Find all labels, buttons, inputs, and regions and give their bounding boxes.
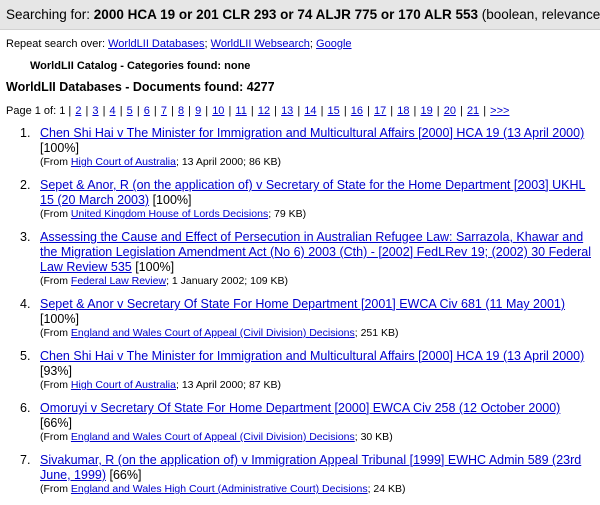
page-link-6[interactable]: 6 (144, 105, 150, 117)
result-title-link[interactable]: Sepet & Anor v Secretary Of State For Ho… (40, 297, 565, 311)
source-prefix: (From (40, 483, 71, 495)
page-link-19[interactable]: 19 (420, 105, 432, 117)
repeat-worldlii-websearch-link[interactable]: WorldLII Websearch (211, 38, 310, 50)
repeat-search-label: Repeat search over: (6, 38, 109, 50)
result-source-line: (From United Kingdom House of Lords Deci… (40, 208, 592, 221)
repeat-worldlii-databases-link[interactable]: WorldLII Databases (108, 38, 204, 50)
repeat-google-link[interactable]: Google (316, 38, 351, 50)
repeat-search: Repeat search over: WorldLII Databases; … (6, 38, 352, 50)
result-number: 5. (20, 349, 31, 363)
relevance-score: [100%] (40, 141, 79, 155)
databases-heading: WorldLII Databases - Documents found: 42… (6, 80, 275, 94)
result-source-link[interactable]: High Court of Australia (71, 379, 176, 391)
source-prefix: (From (40, 275, 71, 287)
page-link-5[interactable]: 5 (127, 105, 133, 117)
source-prefix: (From (40, 208, 71, 220)
page-link-14[interactable]: 14 (304, 105, 316, 117)
result-number: 1. (20, 126, 31, 140)
page-link-10[interactable]: 10 (212, 105, 224, 117)
search-prefix: Searching for: (6, 7, 94, 22)
result-meta: ; 13 April 2000; 87 KB) (175, 379, 282, 391)
result-source-line: (From England and Wales Court of Appeal … (40, 327, 592, 340)
result-item: 7. Sivakumar, R (on the application of) v… (0, 453, 600, 496)
page-link-8[interactable]: 8 (178, 105, 184, 117)
result-title-line: Sepet & Anor, R (on the application of) … (40, 178, 592, 208)
next-pages-link[interactable]: >>> (490, 105, 509, 117)
result-title-line: Sivakumar, R (on the application of) v I… (40, 453, 592, 483)
result-meta: ; 251 KB) (354, 327, 399, 339)
result-title-line: Sepet & Anor v Secretary Of State For Ho… (40, 297, 592, 327)
result-title-link[interactable]: Assessing the Cause and Effect of Persec… (40, 230, 591, 274)
result-source-line: (From High Court of Australia; 13 April … (40, 156, 592, 169)
page-link-16[interactable]: 16 (351, 105, 363, 117)
page-link-15[interactable]: 15 (328, 105, 340, 117)
result-meta: ; 1 January 2002; 109 KB) (166, 275, 289, 287)
result-source-link[interactable]: Federal Law Review (71, 275, 166, 287)
result-number: 3. (20, 230, 31, 244)
result-title-line: Omoruyi v Secretary Of State For Home De… (40, 401, 592, 431)
result-number: 7. (20, 453, 31, 467)
source-prefix: (From (40, 379, 71, 391)
result-source-link[interactable]: United Kingdom House of Lords Decisions (71, 208, 268, 220)
pager-label: Page 1 of: 1 (6, 105, 66, 117)
result-meta: ; 24 KB) (367, 483, 406, 495)
relevance-score: [100%] (149, 193, 192, 207)
result-item: 3. Assessing the Cause and Effect of Pers… (0, 230, 600, 288)
result-source-line: (From England and Wales High Court (Admi… (40, 483, 592, 496)
relevance-score: [66%] (40, 416, 72, 430)
page-link-9[interactable]: 9 (195, 105, 201, 117)
source-prefix: (From (40, 327, 71, 339)
result-title-line: Chen Shi Hai v The Minister for Immigrat… (40, 349, 592, 379)
relevance-score: [100%] (40, 312, 79, 326)
page-link-11[interactable]: 11 (235, 105, 246, 117)
result-title-line: Chen Shi Hai v The Minister for Immigrat… (40, 126, 592, 156)
pagination: Page 1 of: 1 | 2 | 3 | 4 | 5 | 6 | 7 | 8… (6, 105, 510, 117)
relevance-score: [100%] (131, 260, 175, 274)
result-source-line: (From High Court of Australia; 13 April … (40, 379, 592, 392)
result-meta: ; 79 KB) (268, 208, 307, 220)
result-source-line: (From Federal Law Review; 1 January 2002… (40, 275, 592, 288)
result-title-link[interactable]: Chen Shi Hai v The Minister for Immigrat… (40, 349, 584, 363)
result-source-link[interactable]: England and Wales High Court (Administra… (71, 483, 368, 495)
page-link-21[interactable]: 21 (467, 105, 479, 117)
result-number: 2. (20, 178, 31, 192)
search-suffix: (boolean, relevance ranking) (481, 7, 600, 22)
pager-links: | 2 | 3 | 4 | 5 | 6 | 7 | 8 | 9 | 10 | 1… (65, 105, 510, 117)
page-link-2[interactable]: 2 (75, 105, 81, 117)
result-source-link[interactable]: England and Wales Court of Appeal (Civil… (71, 327, 355, 339)
catalog-heading: WorldLII Catalog - Categories found: non… (30, 60, 251, 72)
page-link-3[interactable]: 3 (92, 105, 98, 117)
page-link-4[interactable]: 4 (110, 105, 116, 117)
result-number: 4. (20, 297, 31, 311)
page-link-7[interactable]: 7 (161, 105, 167, 117)
result-meta: ; 13 April 2000; 86 KB) (175, 156, 282, 168)
source-prefix: (From (40, 431, 71, 443)
result-item: 4. Sepet & Anor v Secretary Of State For … (0, 297, 600, 340)
page-link-18[interactable]: 18 (397, 105, 409, 117)
source-prefix: (From (40, 156, 71, 168)
relevance-score: [66%] (106, 468, 142, 482)
result-title-link[interactable]: Chen Shi Hai v The Minister for Immigrat… (40, 126, 584, 140)
result-title-link[interactable]: Omoruyi v Secretary Of State For Home De… (40, 401, 560, 415)
result-meta: ; 30 KB) (354, 431, 393, 443)
result-title-link[interactable]: Sepet & Anor, R (on the application of) … (40, 178, 585, 207)
search-summary-bar: Searching for: 2000 HCA 19 or 201 CLR 29… (0, 0, 600, 30)
results-list: 1. Chen Shi Hai v The Minister for Immigr… (0, 126, 600, 505)
search-query: 2000 HCA 19 or 201 CLR 293 or 74 ALJR 77… (93, 7, 478, 22)
result-item: 1. Chen Shi Hai v The Minister for Immigr… (0, 126, 600, 169)
page-link-13[interactable]: 13 (281, 105, 293, 117)
result-source-link[interactable]: England and Wales Court of Appeal (Civil… (71, 431, 355, 443)
result-item: 5. Chen Shi Hai v The Minister for Immigr… (0, 349, 600, 392)
page-link-17[interactable]: 17 (374, 105, 386, 117)
result-title-line: Assessing the Cause and Effect of Persec… (40, 230, 592, 275)
result-source-link[interactable]: High Court of Australia (71, 156, 176, 168)
relevance-score: [93%] (40, 364, 72, 378)
page-link-12[interactable]: 12 (258, 105, 270, 117)
result-item: 2. Sepet & Anor, R (on the application of… (0, 178, 600, 221)
page-link-20[interactable]: 20 (444, 105, 456, 117)
result-number: 6. (20, 401, 31, 415)
